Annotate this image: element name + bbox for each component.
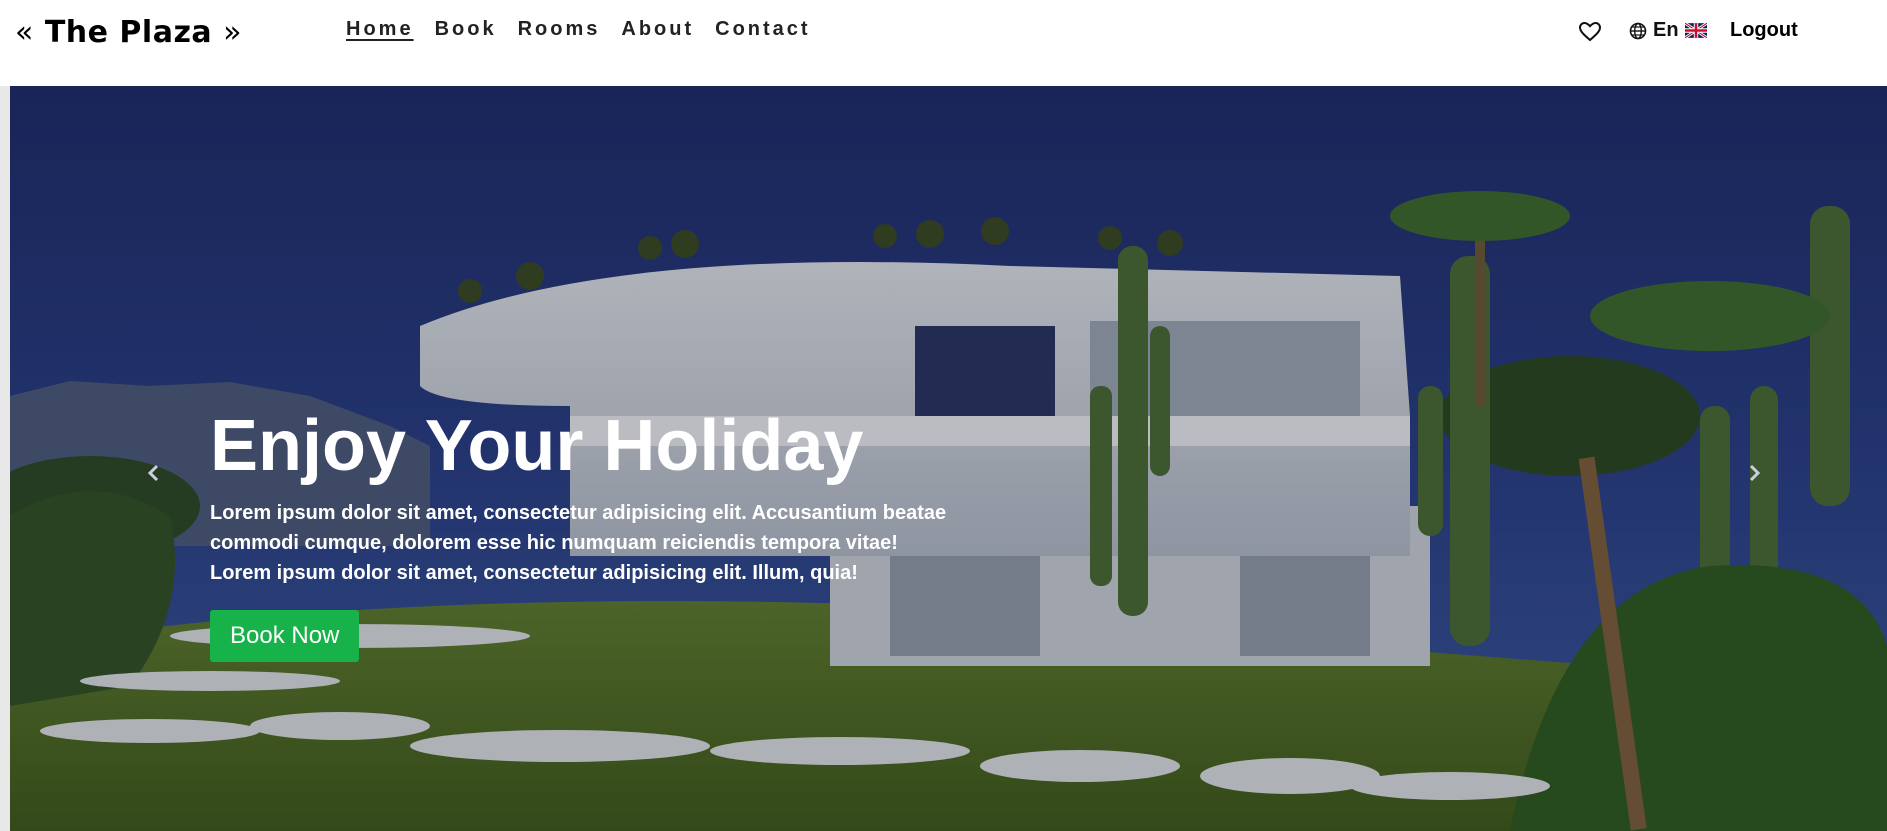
page-edge <box>0 86 10 831</box>
uk-flag-icon <box>1684 23 1707 38</box>
site-header: « The Plaza » Home Book Rooms About Cont… <box>0 0 1887 86</box>
logout-button[interactable]: Logout <box>1730 19 1798 42</box>
heart-icon[interactable] <box>1578 20 1602 44</box>
chevron-right-icon <box>1749 464 1761 482</box>
brand-logo[interactable]: « The Plaza » <box>15 15 242 50</box>
nav-about[interactable]: About <box>621 18 694 41</box>
language-label: En <box>1653 19 1679 41</box>
brand-name: The Plaza <box>44 15 213 50</box>
carousel-prev-button[interactable] <box>143 462 165 484</box>
nav-home[interactable]: Home <box>346 18 414 41</box>
hero-carousel: Enjoy Your Holiday Lorem ipsum dolor sit… <box>10 86 1887 831</box>
hero-caption: Enjoy Your Holiday Lorem ipsum dolor sit… <box>210 406 950 662</box>
nav-rooms[interactable]: Rooms <box>518 18 601 41</box>
chevron-left-icon <box>147 464 159 482</box>
brand-right-guillemet: » <box>223 15 242 50</box>
globe-icon <box>1629 22 1647 39</box>
main-nav: Home Book Rooms About Contact <box>346 18 832 41</box>
hero-text: Lorem ipsum dolor sit amet, consectetur … <box>210 502 947 584</box>
brand-left-guillemet: « <box>15 15 34 50</box>
hero-title: Enjoy Your Holiday <box>210 406 864 486</box>
carousel-next-button[interactable] <box>1743 462 1765 484</box>
nav-book[interactable]: Book <box>435 18 497 41</box>
book-now-button[interactable]: Book Now <box>210 610 360 662</box>
language-selector[interactable]: En <box>1629 19 1707 42</box>
nav-contact[interactable]: Contact <box>715 18 810 41</box>
